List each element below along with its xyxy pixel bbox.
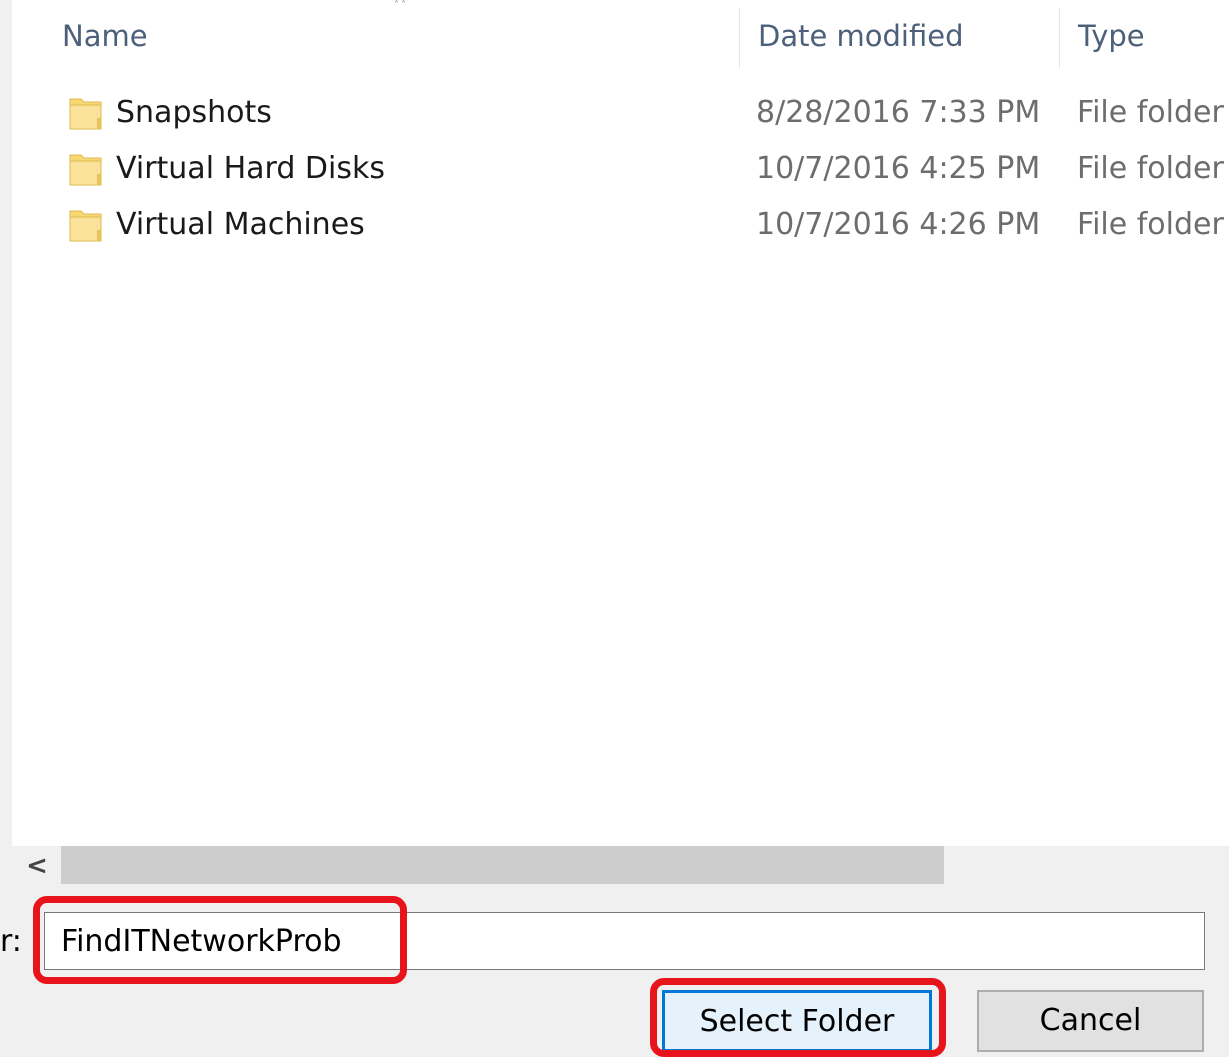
- column-separator[interactable]: [1059, 8, 1060, 68]
- file-name: Virtual Machines: [116, 207, 365, 242]
- column-header-date-modified[interactable]: Date modified: [758, 16, 964, 56]
- file-date-modified: 8/28/2016 7:33 PM: [756, 95, 1041, 130]
- select-folder-button[interactable]: Select Folder: [662, 990, 932, 1052]
- file-date-modified: 10/7/2016 4:26 PM: [756, 207, 1041, 242]
- column-header-name[interactable]: Name: [62, 16, 148, 56]
- horizontal-scrollbar[interactable]: <: [12, 846, 1229, 886]
- folder-icon: [69, 96, 103, 130]
- list-item[interactable]: Virtual Hard Disks 10/7/2016 4:25 PM Fil…: [12, 141, 1229, 197]
- file-type: File folder: [1077, 95, 1224, 130]
- file-list-pane[interactable]: ˄˄ Name Date modified Type Snapshots 8/2…: [12, 0, 1229, 846]
- file-name: Virtual Hard Disks: [116, 151, 385, 186]
- file-date-modified: 10/7/2016 4:25 PM: [756, 151, 1041, 186]
- scrollbar-thumb[interactable]: [61, 846, 944, 884]
- file-name: Snapshots: [116, 95, 272, 130]
- folder-field-label: r:: [0, 924, 22, 959]
- file-type: File folder: [1077, 207, 1224, 242]
- folder-icon: [69, 208, 103, 242]
- cancel-button[interactable]: Cancel: [977, 990, 1204, 1052]
- list-item[interactable]: Virtual Machines 10/7/2016 4:26 PM File …: [12, 197, 1229, 253]
- scroll-left-arrow-icon[interactable]: <: [20, 850, 54, 882]
- column-separator[interactable]: [739, 8, 740, 68]
- column-header-type[interactable]: Type: [1078, 16, 1145, 56]
- list-item[interactable]: Snapshots 8/28/2016 7:33 PM File folder: [12, 85, 1229, 141]
- folder-name-input[interactable]: [44, 912, 1205, 970]
- file-type: File folder: [1077, 151, 1224, 186]
- folder-icon: [69, 152, 103, 186]
- sort-indicator-icon: ˄˄: [394, 0, 408, 11]
